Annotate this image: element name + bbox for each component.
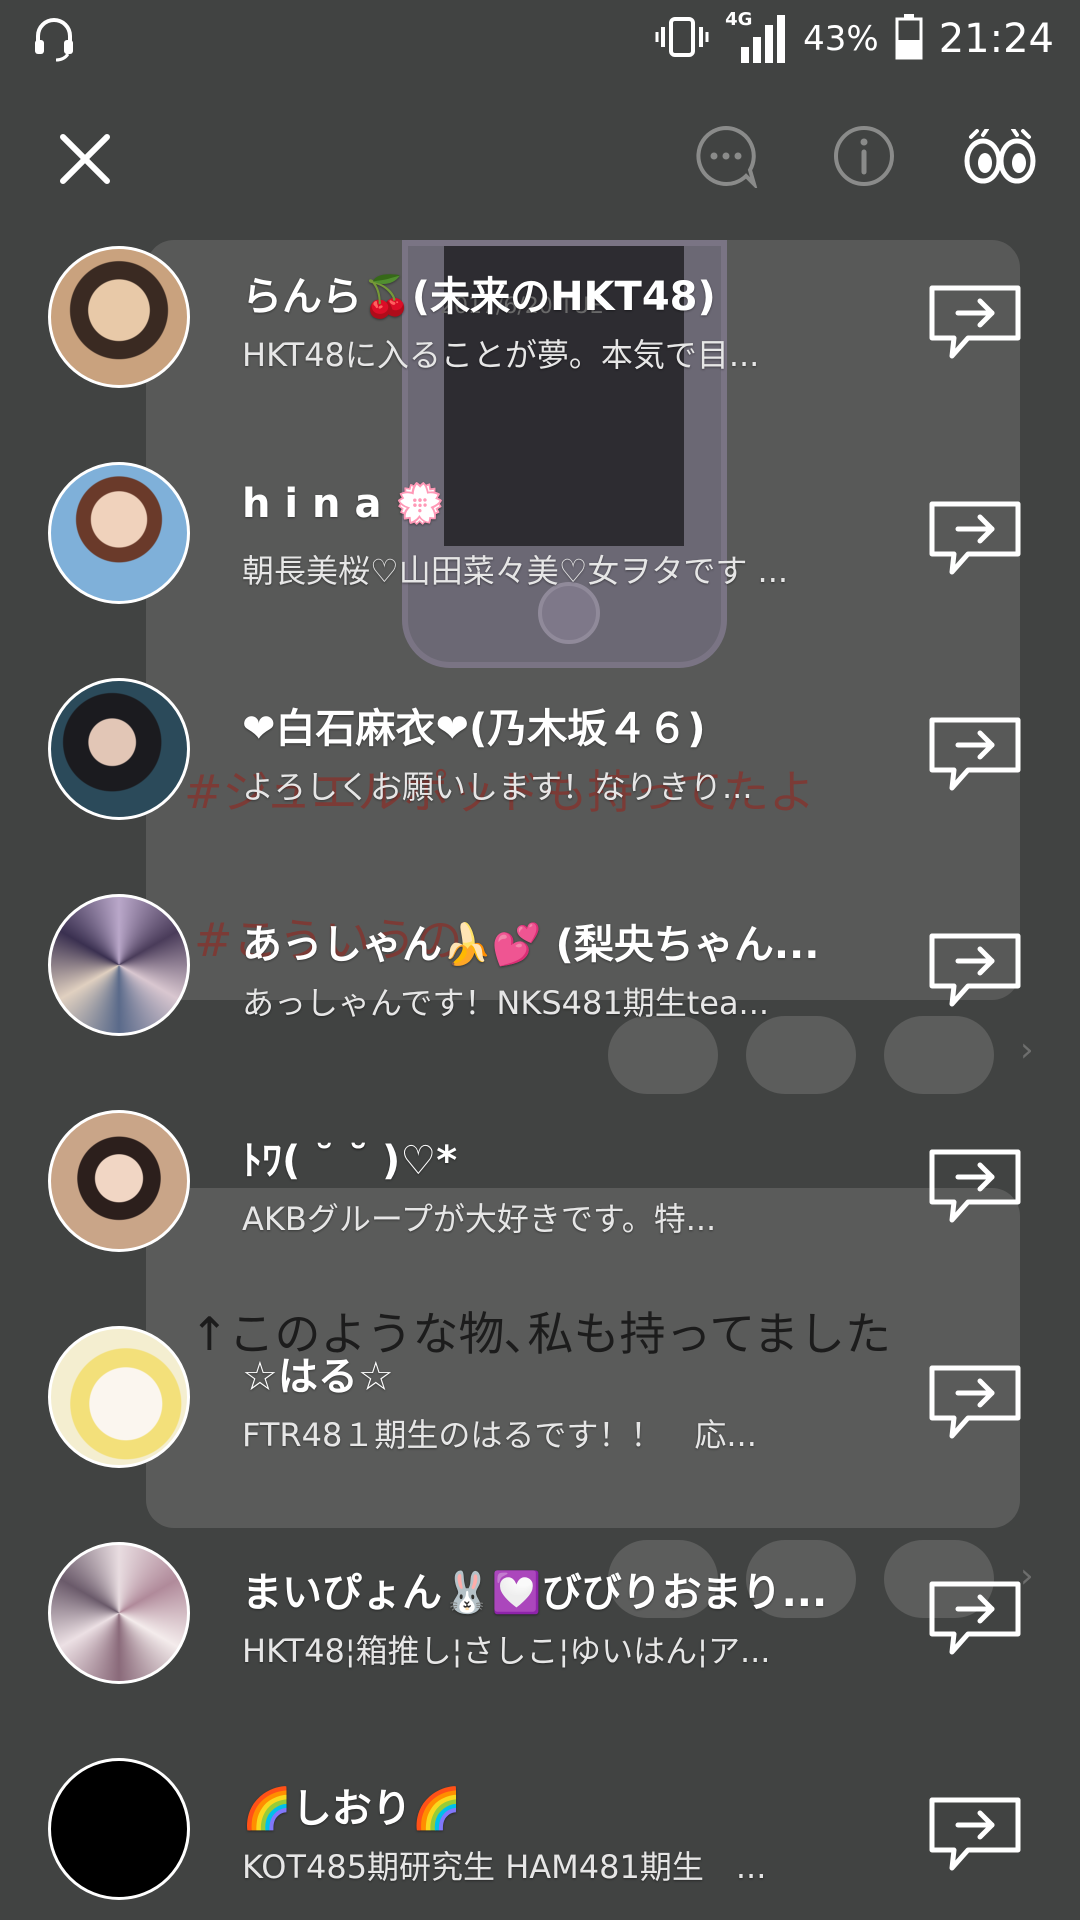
share-arrow-icon <box>929 1149 1021 1223</box>
share-profile-button[interactable] <box>928 1148 1022 1224</box>
avatar[interactable] <box>48 246 190 388</box>
screen: 2017/6/20 TUE #ジュエルポッドも持ってたよ #こういうの › ↑こ… <box>0 0 1080 1920</box>
share-arrow-icon <box>929 285 1021 359</box>
user-bio: FTR48１期生のはるです！！ 応... <box>242 1416 757 1454</box>
user-bio: HKT48¦箱推し¦さしこ¦ゆいはん¦ア... <box>242 1632 771 1670</box>
user-row[interactable]: h i n a 💮 朝長美桜♡山田菜々美♡女ヲタです ... <box>0 456 1080 646</box>
close-button[interactable] <box>50 124 120 194</box>
user-row[interactable]: まいぴょん🐰💟びびりおまり... HKT48¦箱推し¦さしこ¦ゆいはん¦ア... <box>0 1536 1080 1726</box>
close-icon <box>60 134 110 184</box>
headset-icon <box>30 14 78 62</box>
viewers-button[interactable] <box>954 122 1046 192</box>
share-arrow-icon <box>929 1365 1021 1439</box>
status-indicators: 4G 43% 21:24 <box>655 8 1054 70</box>
share-arrow-icon <box>929 1797 1021 1871</box>
user-name: まいぴょん🐰💟びびりおまり... <box>242 1570 828 1616</box>
user-name: あっしゃん🍌💕 (梨央ちゃん... <box>242 922 820 968</box>
vibrate-icon <box>655 15 709 63</box>
user-name: h i n a 💮 <box>242 481 446 527</box>
share-arrow-icon <box>929 501 1021 575</box>
status-bar: 4G 43% 21:24 <box>0 0 1080 78</box>
avatar[interactable] <box>48 1110 190 1252</box>
user-name: ☆はる☆ <box>242 1354 394 1400</box>
info-icon <box>834 126 894 186</box>
eyes-icon <box>964 129 1036 184</box>
avatar[interactable] <box>48 1542 190 1684</box>
user-name: ❤白石麻衣❤(乃木坂４６) <box>242 706 706 752</box>
avatar[interactable] <box>48 462 190 604</box>
share-profile-button[interactable] <box>928 716 1022 792</box>
share-profile-button[interactable] <box>928 500 1022 576</box>
share-profile-button[interactable] <box>928 932 1022 1008</box>
info-button[interactable] <box>828 120 900 192</box>
share-arrow-icon <box>929 717 1021 791</box>
chat-bubble-icon <box>696 125 758 188</box>
battery-percent: 43% <box>803 19 879 59</box>
avatar[interactable] <box>48 1758 190 1900</box>
avatar[interactable] <box>48 1326 190 1468</box>
user-bio: 朝長美桜♡山田菜々美♡女ヲタです ... <box>242 552 789 590</box>
signal-icon: 4G <box>725 9 787 65</box>
share-arrow-icon <box>929 933 1021 1007</box>
avatar[interactable] <box>48 678 190 820</box>
clock: 21:24 <box>938 16 1054 62</box>
share-profile-button[interactable] <box>928 284 1022 360</box>
user-bio: AKBグループが大好きです。特... <box>242 1200 717 1238</box>
user-bio: よろしくお願いします！なりきり... <box>242 768 753 806</box>
share-profile-button[interactable] <box>928 1796 1022 1872</box>
user-row[interactable]: あっしゃん🍌💕 (梨央ちゃん... あっしゃんです！NKS481期生tea... <box>0 888 1080 1078</box>
share-profile-button[interactable] <box>928 1364 1022 1440</box>
user-bio: KOT485期研究生 HAM481期生 ... <box>242 1848 767 1886</box>
user-row[interactable]: らんら🍒(未来のHKT48) HKT48に入ることが夢。本気で目... <box>0 240 1080 430</box>
user-name: 🌈しおり🌈 <box>242 1786 462 1832</box>
share-arrow-icon <box>929 1581 1021 1655</box>
chat-button[interactable] <box>690 120 762 192</box>
user-row[interactable]: ❤白石麻衣❤(乃木坂４６) よろしくお願いします！なりきり... <box>0 672 1080 862</box>
user-row[interactable]: ☆はる☆ FTR48１期生のはるです！！ 応... <box>0 1320 1080 1510</box>
user-name: らんら🍒(未来のHKT48) <box>242 274 716 320</box>
user-bio: あっしゃんです！NKS481期生tea... <box>242 984 770 1022</box>
avatar[interactable] <box>48 894 190 1036</box>
user-bio: HKT48に入ることが夢。本気で目... <box>242 336 760 374</box>
user-row[interactable]: ﾄﾜ( ˘ ˘̆ )♡* AKBグループが大好きです。特... <box>0 1104 1080 1294</box>
share-profile-button[interactable] <box>928 1580 1022 1656</box>
battery-icon <box>895 14 923 64</box>
user-name: ﾄﾜ( ˘ ˘̆ )♡* <box>242 1138 458 1184</box>
user-row[interactable]: 🌈しおり🌈 KOT485期研究生 HAM481期生 ... <box>0 1752 1080 1920</box>
